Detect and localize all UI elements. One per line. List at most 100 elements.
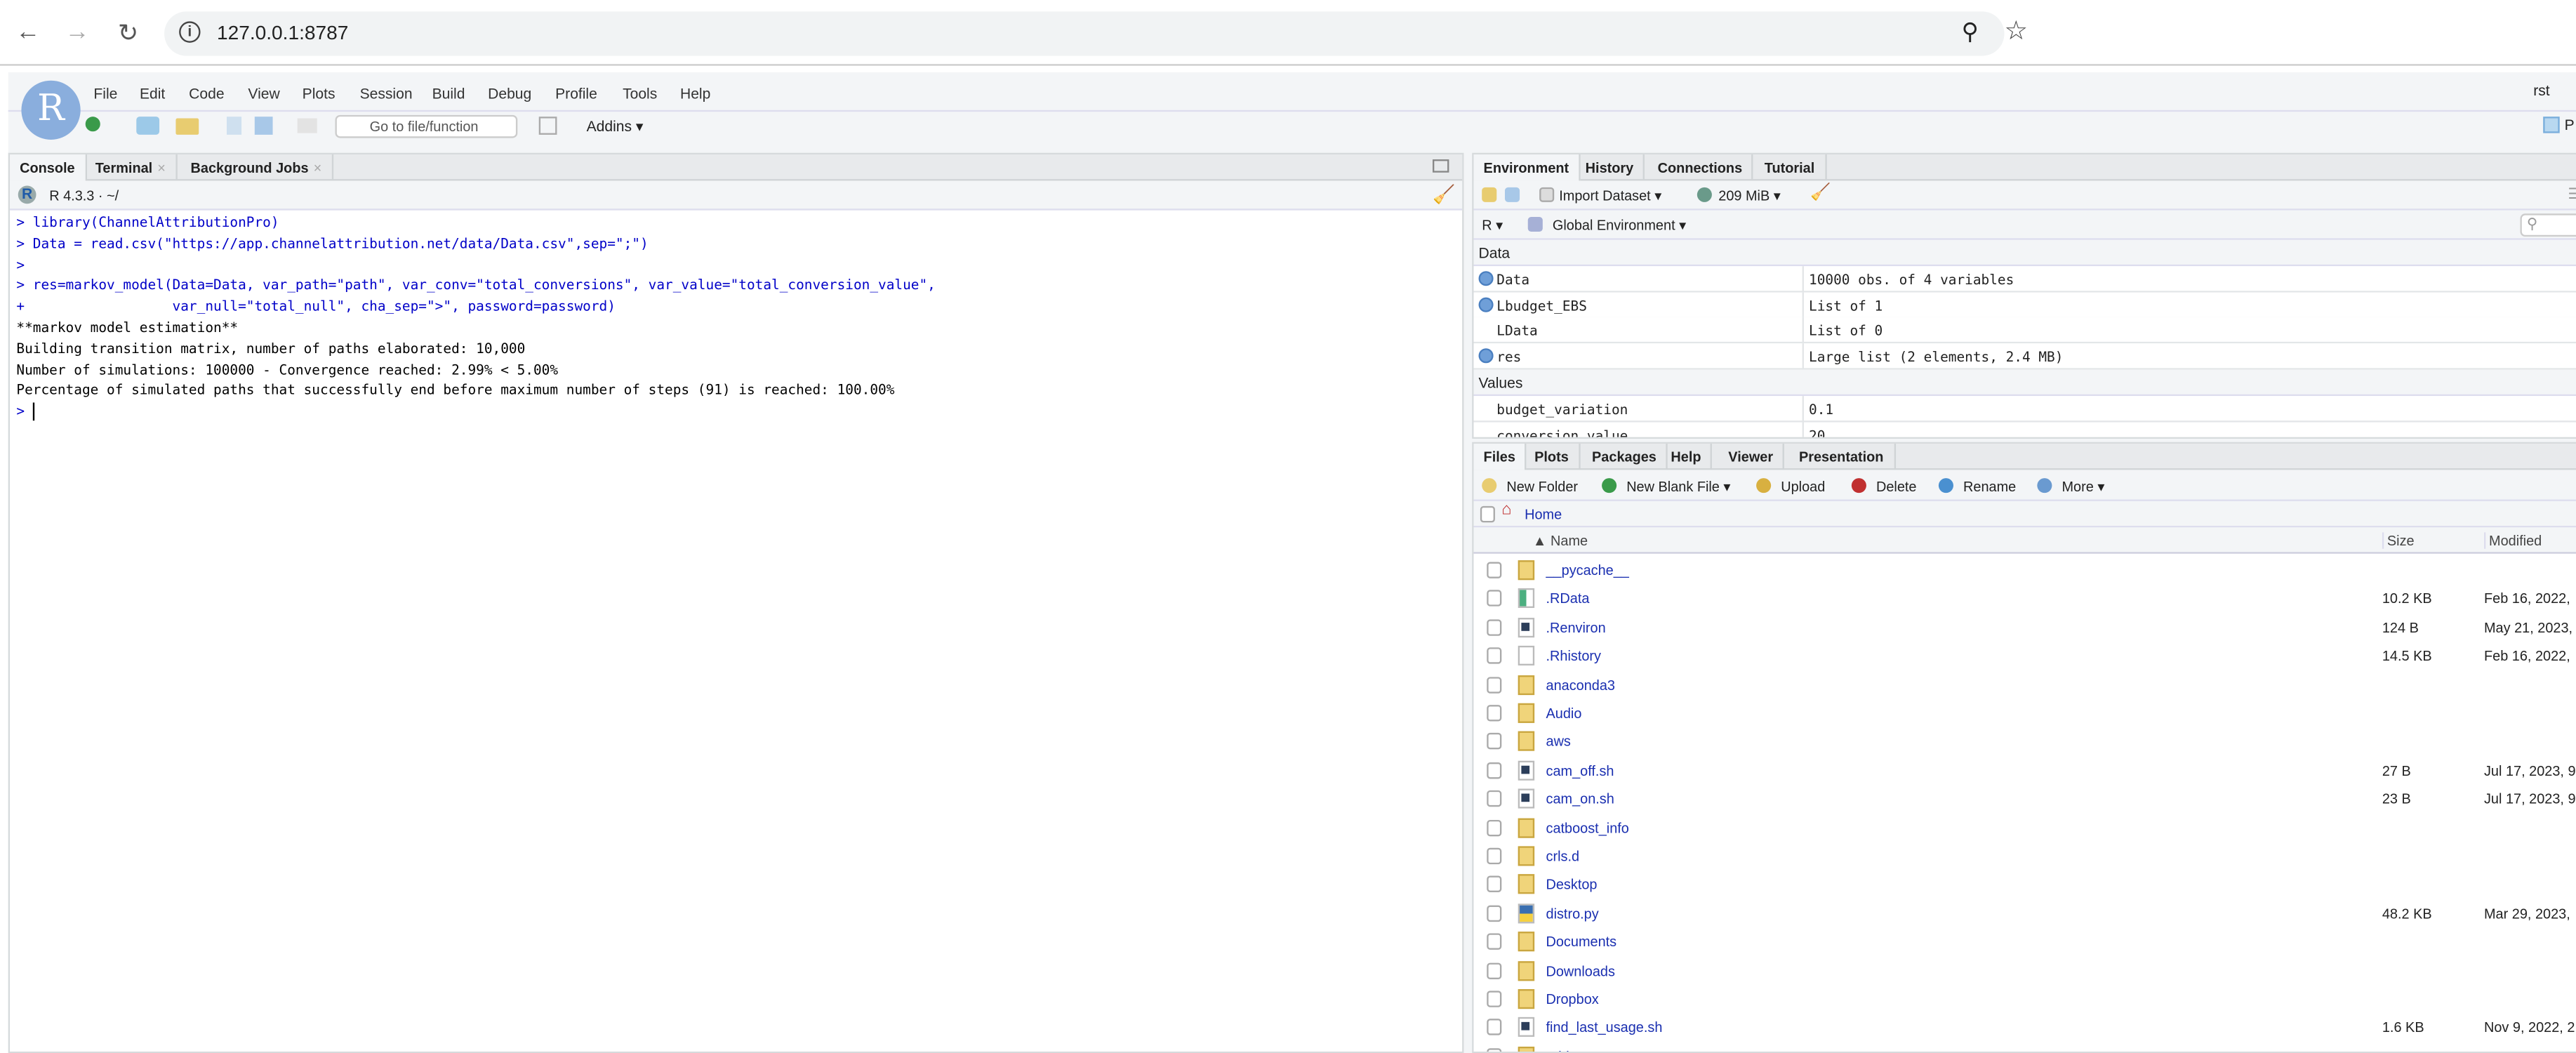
reload-icon[interactable]: ↻: [114, 18, 143, 48]
tab-plots[interactable]: Plots: [1525, 443, 1581, 470]
row-checkbox[interactable]: [1487, 705, 1502, 722]
environment-row[interactable]: LData List of 0: [1473, 317, 2576, 345]
upload-button[interactable]: Upload: [1781, 478, 1825, 494]
forward-icon[interactable]: →: [62, 18, 92, 46]
expand-icon[interactable]: [1478, 296, 1494, 312]
address-bar[interactable]: i 127.0.0.1:8787 ⚲: [164, 11, 2005, 56]
tab-console[interactable]: Console: [10, 154, 86, 181]
import-dataset-button[interactable]: Import Dataset ▾: [1559, 187, 1661, 206]
print-icon[interactable]: [297, 118, 317, 133]
tab-help[interactable]: Help: [1661, 443, 1713, 470]
file-row[interactable]: aws: [1474, 729, 2576, 757]
environment-row[interactable]: conversion_value 20: [1473, 421, 2576, 437]
file-row[interactable]: find_last_usage.sh 1.6 KB Nov 9, 2022, 2: [1474, 1014, 2576, 1043]
file-name-link[interactable]: .Rhistory: [1546, 648, 1602, 664]
file-row[interactable]: crls.d: [1474, 843, 2576, 872]
go-to-file-input[interactable]: Go to file/function: [335, 114, 518, 138]
size-column-header[interactable]: Size: [2382, 532, 2415, 549]
tab-history[interactable]: History: [1576, 154, 1645, 181]
file-name-link[interactable]: anaconda3: [1546, 676, 1615, 692]
menu-profile[interactable]: Profile: [555, 86, 597, 102]
select-all-checkbox[interactable]: [1480, 505, 1495, 523]
star-icon[interactable]: ☆: [2005, 15, 2029, 48]
url-text[interactable]: 127.0.0.1:8787: [217, 21, 348, 44]
info-icon[interactable]: i: [179, 21, 201, 43]
file-name-link[interactable]: Documents: [1546, 934, 1617, 950]
row-checkbox[interactable]: [1487, 562, 1502, 578]
menu-code[interactable]: Code: [189, 86, 224, 102]
menu-build[interactable]: Build: [432, 86, 465, 102]
file-row[interactable]: __pycache__: [1474, 557, 2576, 585]
more-button[interactable]: More ▾: [2062, 478, 2104, 496]
open-file-icon[interactable]: [175, 118, 199, 135]
new-blank-file-button[interactable]: New Blank File ▾: [1626, 478, 1730, 496]
new-file-icon[interactable]: [85, 117, 100, 132]
file-row[interactable]: Dropbox: [1474, 986, 2576, 1014]
row-checkbox[interactable]: [1487, 876, 1502, 893]
tab-tutorial[interactable]: Tutorial: [1755, 154, 1826, 181]
row-checkbox[interactable]: [1487, 790, 1502, 807]
file-name-link[interactable]: .RData: [1546, 590, 1590, 607]
close-icon[interactable]: ×: [314, 159, 322, 176]
file-name-link[interactable]: Desktop: [1546, 876, 1598, 892]
delete-button[interactable]: Delete: [1876, 478, 1917, 494]
menu-debug[interactable]: Debug: [488, 86, 531, 102]
menu-plots[interactable]: Plots: [303, 86, 336, 102]
environment-row[interactable]: budget_variation 0.1: [1473, 395, 2576, 423]
breadcrumb-home[interactable]: Home: [1525, 506, 1562, 522]
row-checkbox[interactable]: [1487, 647, 1502, 665]
file-name-link[interactable]: Downloads: [1546, 962, 1615, 979]
file-name-link[interactable]: Audio: [1546, 705, 1582, 721]
expand-icon[interactable]: [1478, 348, 1494, 364]
file-name-link[interactable]: cam_off.sh: [1546, 762, 1614, 779]
row-checkbox[interactable]: [1487, 1019, 1502, 1036]
row-checkbox[interactable]: [1487, 762, 1502, 779]
expand-icon[interactable]: [1478, 271, 1494, 286]
modified-column-header[interactable]: Modified: [2483, 532, 2542, 549]
clear-console-icon[interactable]: 🧹: [1433, 184, 1455, 205]
file-name-link[interactable]: catboost_info: [1546, 819, 1629, 835]
rename-button[interactable]: Rename: [1963, 478, 2016, 494]
tab-viewer[interactable]: Viewer: [1718, 443, 1785, 470]
menu-edit[interactable]: Edit: [140, 86, 165, 102]
menu-session[interactable]: Session: [360, 86, 413, 102]
file-row[interactable]: anaconda3: [1474, 671, 2576, 700]
name-column-header[interactable]: ▲ Name: [1533, 532, 1588, 548]
file-row[interactable]: catboost_info: [1474, 814, 2576, 843]
new-project-icon[interactable]: [136, 117, 160, 135]
menu-file[interactable]: File: [93, 86, 117, 102]
environment-row[interactable]: Data 10000 obs. of 4 variables: [1473, 266, 2576, 293]
tab-background-jobs[interactable]: Background Jobs ×: [180, 154, 333, 181]
file-name-link[interactable]: aws: [1546, 734, 1571, 750]
file-row[interactable]: distro.py 48.2 KB Mar 29, 2023,: [1474, 900, 2576, 929]
maximize-icon[interactable]: [1433, 159, 1449, 173]
file-name-link[interactable]: find_last_usage.sh: [1546, 1019, 1663, 1035]
file-name-link[interactable]: cam_on.sh: [1546, 790, 1614, 807]
row-checkbox[interactable]: [1487, 905, 1502, 922]
console-output[interactable]: > library(ChannelAttributionPro) > Data =…: [10, 211, 1462, 1052]
tab-packages[interactable]: Packages: [1582, 443, 1668, 470]
memory-usage-button[interactable]: 209 MiB ▾: [1718, 187, 1781, 206]
back-icon[interactable]: ←: [13, 18, 43, 46]
grid-layout-icon[interactable]: [538, 117, 557, 135]
row-checkbox[interactable]: [1487, 676, 1502, 693]
home-icon[interactable]: ⌂: [1501, 501, 1511, 519]
zoom-icon[interactable]: ⚲: [1962, 18, 1979, 46]
row-checkbox[interactable]: [1487, 847, 1502, 865]
broom-icon[interactable]: 🧹: [1810, 184, 1831, 202]
user-name[interactable]: rst: [2533, 82, 2549, 98]
file-row[interactable]: cam_on.sh 23 B Jul 17, 2023, 9: [1474, 786, 2576, 814]
file-name-link[interactable]: .Renviron: [1546, 619, 1606, 635]
save-workspace-icon[interactable]: [1504, 187, 1520, 202]
new-folder-button[interactable]: New Folder: [1506, 478, 1578, 494]
file-name-link[interactable]: crls.d: [1546, 848, 1580, 864]
file-row[interactable]: cam_off.sh 27 B Jul 17, 2023, 9: [1474, 757, 2576, 786]
load-workspace-icon[interactable]: [1482, 187, 1497, 202]
file-row[interactable]: .Renviron 124 B May 21, 2023,: [1474, 614, 2576, 643]
row-checkbox[interactable]: [1487, 933, 1502, 951]
row-checkbox[interactable]: [1487, 618, 1502, 636]
close-icon[interactable]: ×: [157, 159, 166, 176]
menu-tools[interactable]: Tools: [623, 86, 657, 102]
file-row[interactable]: .Rhistory 14.5 KB Feb 16, 2022,: [1474, 643, 2576, 672]
language-select[interactable]: R ▾: [1482, 217, 1503, 235]
